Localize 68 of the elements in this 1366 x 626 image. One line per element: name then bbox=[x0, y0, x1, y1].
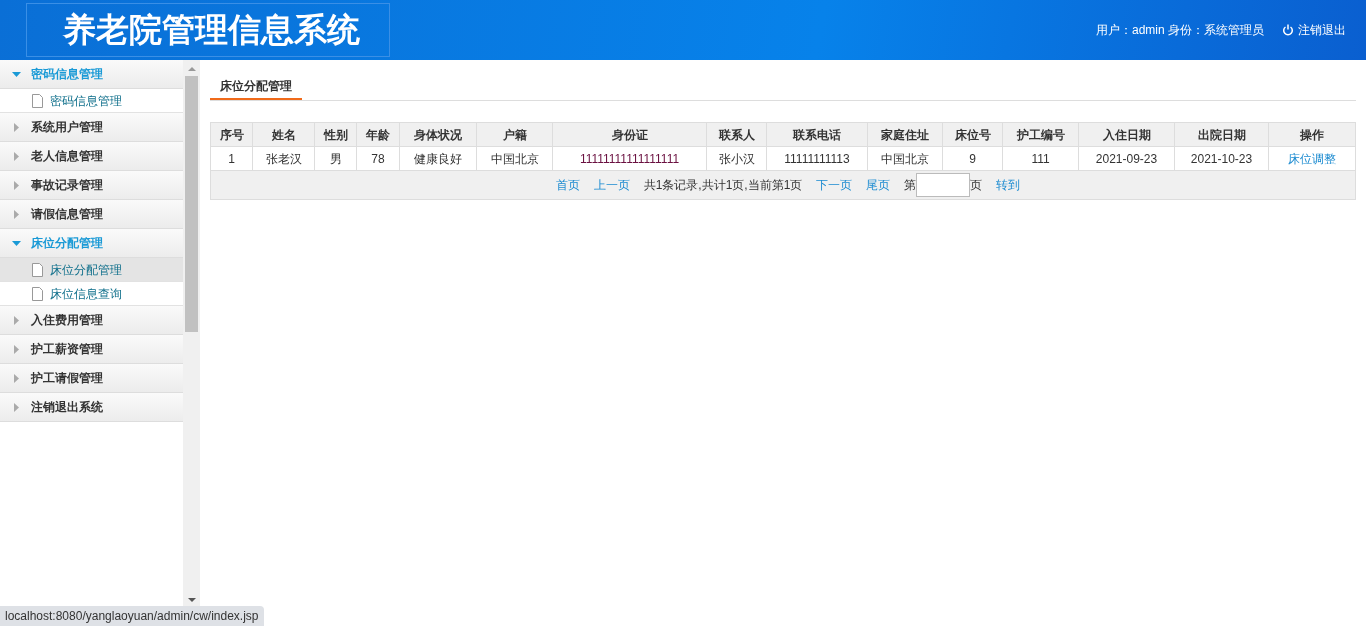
column-header: 护工编号 bbox=[1002, 122, 1079, 147]
column-header: 性别 bbox=[314, 122, 357, 147]
sidebar-group[interactable]: 请假信息管理 bbox=[0, 200, 183, 229]
pagination-link[interactable]: 首页 bbox=[555, 176, 580, 194]
sidebar-group[interactable]: 系统用户管理 bbox=[0, 113, 183, 142]
sidebar-group[interactable]: 入住费用管理 bbox=[0, 306, 183, 335]
pagination-link[interactable]: 上一页 bbox=[593, 176, 630, 194]
column-header: 姓名 bbox=[252, 122, 315, 147]
column-header: 床位号 bbox=[942, 122, 1003, 147]
column-header: 年龄 bbox=[356, 122, 400, 147]
column-header: 家庭住址 bbox=[867, 122, 943, 147]
caret-down-icon bbox=[12, 71, 21, 77]
page-tab[interactable]: 床位分配管理 bbox=[210, 73, 302, 100]
pagination-text: 页 bbox=[969, 177, 984, 194]
document-icon bbox=[32, 262, 43, 277]
status-bar-url: localhost:8080/yanglaoyuan/admin/cw/index.jsp bbox=[0, 606, 264, 626]
table-cell: 中国北京 bbox=[867, 146, 943, 171]
pagination-text: 共1条记录,共计1页,当前第1页 bbox=[642, 177, 804, 194]
power-icon bbox=[1282, 24, 1294, 36]
sidebar-group[interactable]: 事故记录管理 bbox=[0, 171, 183, 200]
caret-right-icon bbox=[14, 180, 19, 190]
table-cell: 2021-09-23 bbox=[1078, 146, 1175, 171]
sidebar-group[interactable]: 护工薪资管理 bbox=[0, 335, 183, 364]
column-header: 操作 bbox=[1268, 122, 1356, 147]
caret-right-icon bbox=[14, 373, 19, 383]
sidebar-group[interactable]: 老人信息管理 bbox=[0, 142, 183, 171]
table-cell: 11111111113 bbox=[766, 146, 868, 171]
app-title: 养老院管理信息系统 bbox=[63, 9, 360, 52]
caret-right-icon bbox=[14, 151, 19, 161]
table-cell: 健康良好 bbox=[399, 146, 477, 171]
table-cell: 111 bbox=[1002, 146, 1079, 171]
table-cell: 张老汉 bbox=[252, 146, 315, 171]
caret-right-icon bbox=[14, 122, 19, 132]
table-cell: 9 bbox=[942, 146, 1003, 171]
column-header: 联系人 bbox=[706, 122, 767, 147]
user-info: 用户：admin 身份：系统管理员 bbox=[1095, 22, 1264, 39]
scroll-up-icon[interactable] bbox=[187, 67, 196, 71]
pagination-text: 第 bbox=[903, 177, 918, 194]
sidebar-group[interactable]: 护工请假管理 bbox=[0, 364, 183, 393]
pagination-link[interactable]: 转到 bbox=[996, 176, 1021, 194]
document-icon bbox=[32, 286, 43, 301]
caret-right-icon bbox=[14, 402, 19, 412]
table-cell: 1 bbox=[210, 146, 253, 171]
column-header: 身份证 bbox=[552, 122, 707, 147]
sidebar-item[interactable]: 床位分配管理 bbox=[0, 258, 183, 282]
table-cell: 11111111111111111 bbox=[552, 146, 707, 171]
column-header: 出院日期 bbox=[1174, 122, 1269, 147]
sidebar-group[interactable]: 注销退出系统 bbox=[0, 393, 183, 422]
table-cell: 男 bbox=[314, 146, 357, 171]
column-header: 序号 bbox=[210, 122, 253, 147]
table-cell: 中国北京 bbox=[476, 146, 553, 171]
caret-down-icon bbox=[12, 240, 21, 246]
column-header: 户籍 bbox=[476, 122, 553, 147]
scroll-down-icon[interactable] bbox=[187, 598, 196, 602]
pagination-link[interactable]: 尾页 bbox=[866, 176, 891, 194]
table-cell: 张小汉 bbox=[706, 146, 767, 171]
caret-right-icon bbox=[14, 209, 19, 219]
table-cell: 2021-10-23 bbox=[1174, 146, 1269, 171]
logout-button[interactable]: 注销退出 bbox=[1282, 21, 1346, 39]
table-cell: 78 bbox=[356, 146, 400, 171]
pagination-link[interactable]: 下一页 bbox=[816, 176, 853, 194]
column-header: 联系电话 bbox=[766, 122, 868, 147]
column-header: 身体状况 bbox=[399, 122, 477, 147]
document-icon bbox=[32, 93, 43, 108]
page-number-field[interactable] bbox=[916, 173, 971, 197]
column-header: 入住日期 bbox=[1078, 122, 1175, 147]
caret-right-icon bbox=[14, 315, 19, 325]
caret-right-icon bbox=[14, 344, 19, 354]
